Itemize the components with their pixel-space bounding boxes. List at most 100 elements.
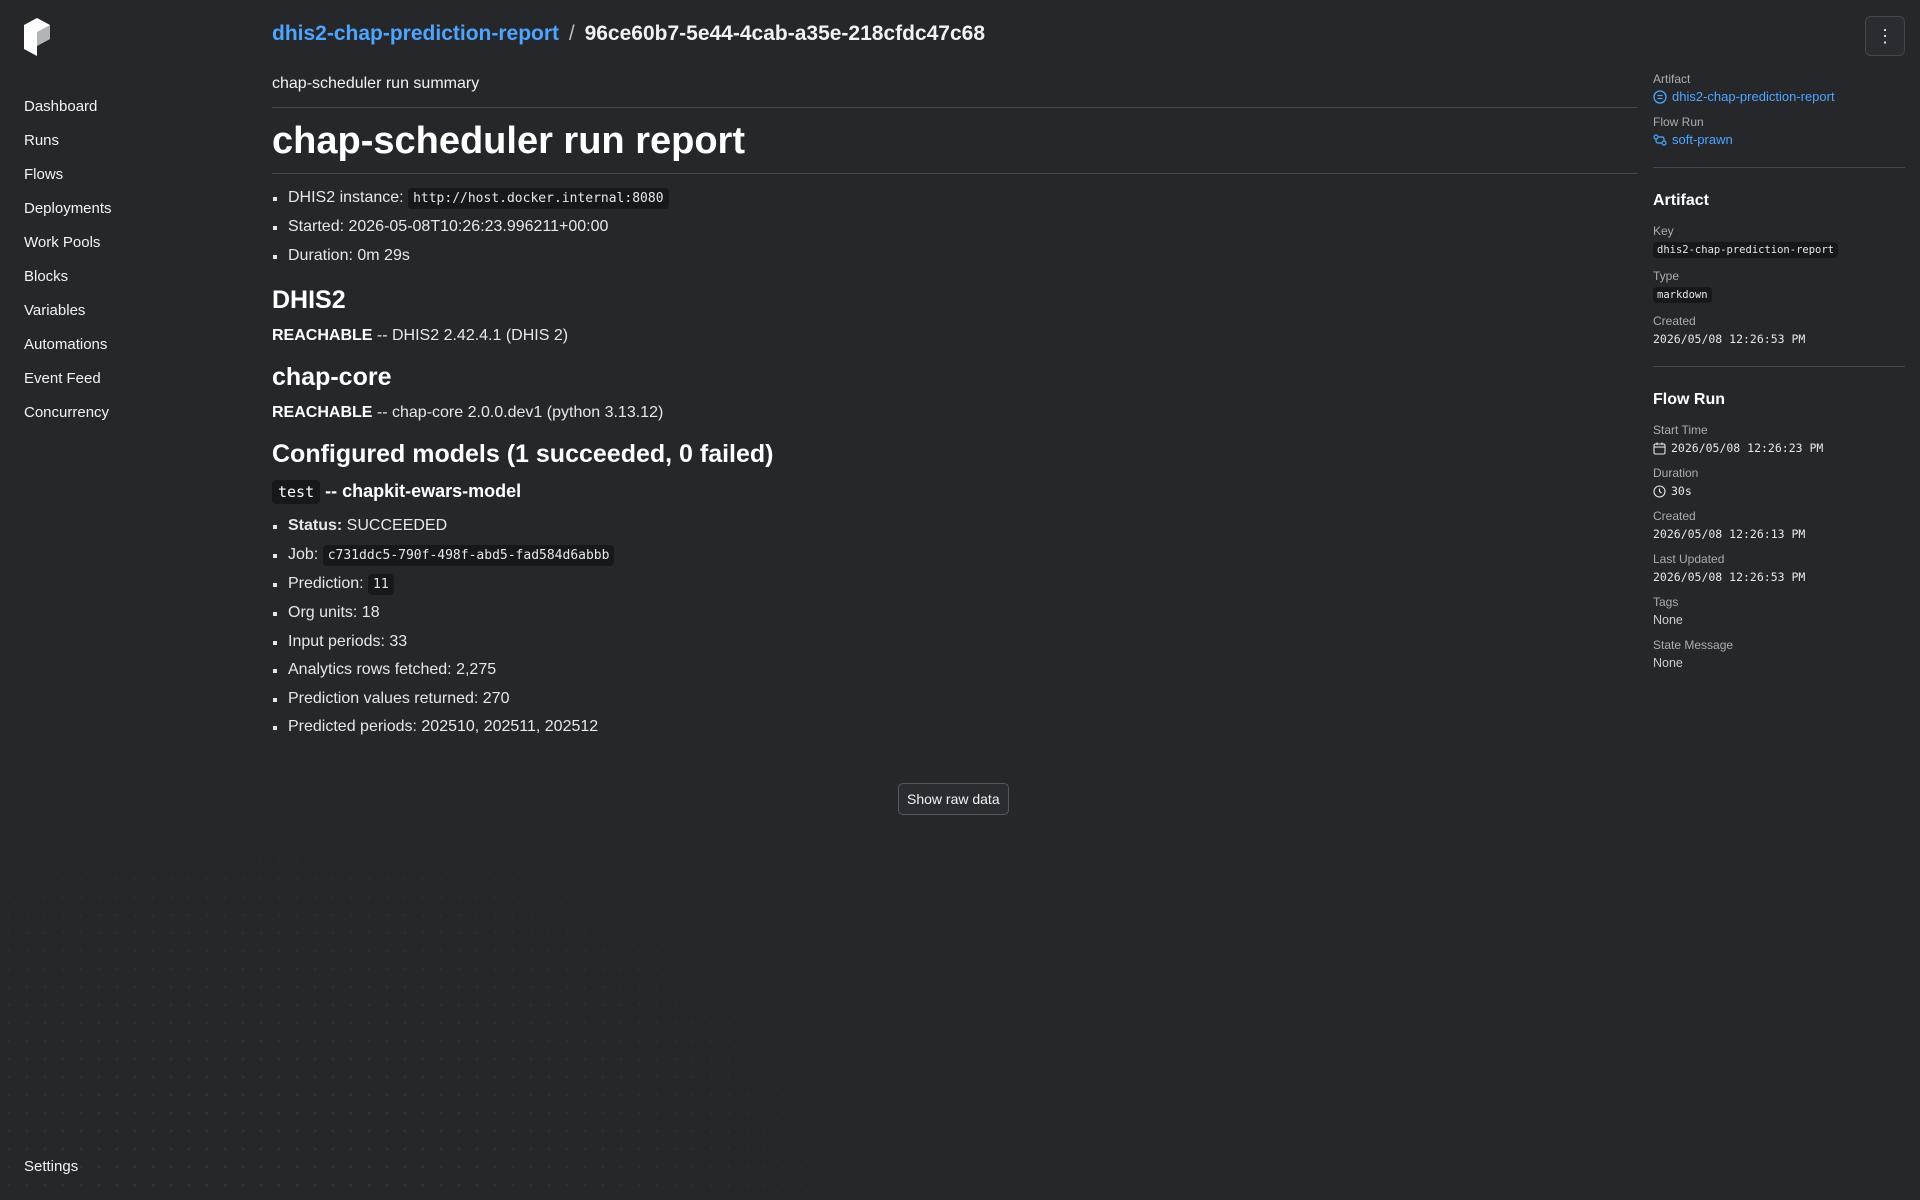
chap-core-heading: chap-core [272,363,392,392]
breadcrumb-separator: / [568,22,575,45]
divider [1653,167,1905,168]
run-started: Started: 2026-05-08T10:26:23.996211+00:0… [272,213,1638,241]
breadcrumb-artifact-id: 96ce60b7-5e44-4cab-a35e-218cfdc47c68 [584,22,986,45]
sidebar-item-flows[interactable]: Flows [24,158,112,192]
dhis2-instance-url: http://host.docker.internal:8080 [408,188,669,209]
model-prediction-values: Prediction values returned: 270 [272,685,1638,713]
model-input-periods: Input periods: 33 [272,628,1638,656]
sidebar: Dashboard Runs Flows Deployments Work Po… [0,0,250,1200]
configured-models-heading: Configured models (1 succeeded, 0 failed… [272,440,774,469]
model-job: Job: c731ddc5-790f-498f-abd5-fad584d6abb… [272,541,1638,570]
model-code: test [272,480,321,505]
model-job-id: c731ddc5-790f-498f-abd5-fad584d6abbb [322,544,615,566]
state-message-value: None [1653,656,1683,670]
artifact-key-field: Key dhis2-chap-prediction-report [1653,224,1905,258]
sidebar-item-dashboard[interactable]: Dashboard [24,90,112,124]
start-time-field: Start Time 2026/05/08 12:26:23 PM [1653,423,1905,455]
flow-run-link-text: soft-prawn [1672,132,1733,147]
flow-run-icon [1653,133,1667,146]
sidebar-item-work-pools[interactable]: Work Pools [24,226,112,260]
model-name: -- chapkit-ewars-model [320,481,522,502]
flow-run-link-label: Flow Run [1653,115,1704,129]
model-details-list: Status: SUCCEEDED Job: c731ddc5-790f-498… [272,512,1638,741]
sidebar-item-variables[interactable]: Variables [24,294,112,328]
start-time-label: Start Time [1653,423,1708,437]
chap-core-status-detail: -- chap-core 2.0.0.dev1 (python 3.13.12) [372,404,664,422]
model-analytics-rows: Analytics rows fetched: 2,275 [272,656,1638,684]
state-message-label: State Message [1653,638,1734,652]
artifact-created-label: Created [1653,314,1696,328]
start-time-value: 2026/05/08 12:26:23 PM [1671,441,1824,455]
flow-run-created-label: Created [1653,509,1696,523]
dhis2-status-word: REACHABLE [272,327,373,345]
dhis2-instance-label: DHIS2 instance: [288,189,404,206]
flow-run-created-field: Created 2026/05/08 12:26:13 PM [1653,509,1905,541]
sidebar-nav: Dashboard Runs Flows Deployments Work Po… [24,90,112,430]
model-prediction: Prediction: 11 [272,570,1638,599]
model-prediction-label: Prediction: [288,575,364,593]
artifact-created-field: Created 2026/05/08 12:26:53 PM [1653,314,1905,346]
more-menu-button[interactable]: ⋮ [1865,16,1905,56]
dhis2-status: REACHABLE -- DHIS2 2.42.4.1 (DHIS 2) [272,325,1638,347]
model-status-label: Status: [288,517,343,535]
artifact-link[interactable]: dhis2-chap-prediction-report [1653,89,1905,104]
last-updated-field: Last Updated 2026/05/08 12:26:53 PM [1653,552,1905,584]
prefect-logo-icon[interactable] [24,18,50,56]
artifact-link-label: Artifact [1653,72,1691,86]
duration-label: Duration [1653,466,1699,480]
artifact-link-field: Artifact dhis2-chap-prediction-report [1653,72,1905,104]
flow-run-link-field: Flow Run soft-prawn [1653,115,1905,147]
model-org-units: Org units: 18 [272,599,1638,627]
model-predicted-periods: Predicted periods: 202510, 202511, 20251… [272,713,1638,741]
tags-value: None [1653,613,1683,627]
model-job-label: Job: [288,545,319,563]
kebab-menu-icon: ⋮ [1876,26,1894,46]
duration-field: Duration 30s [1653,466,1905,498]
run-duration: Duration: 0m 29s [272,242,1638,270]
last-updated-value: 2026/05/08 12:26:53 PM [1653,570,1806,584]
tags-field: Tags None [1653,595,1905,627]
model-status: Status: SUCCEEDED [272,512,1638,540]
sidebar-item-event-feed[interactable]: Event Feed [24,362,112,396]
artifact-link-text: dhis2-chap-prediction-report [1672,89,1835,104]
artifact-type-field: Type markdown [1653,269,1905,303]
breadcrumb: dhis2-chap-prediction-report / 96ce60b7-… [272,22,985,46]
chap-core-status: REACHABLE -- chap-core 2.0.0.dev1 (pytho… [272,402,1638,424]
report-title: chap-scheduler run report [272,108,1638,174]
artifact-key-value: dhis2-chap-prediction-report [1653,242,1839,258]
model-status-value: SUCCEEDED [342,517,448,535]
sidebar-item-automations[interactable]: Automations [24,328,112,362]
divider [1653,366,1905,367]
artifact-type-value: markdown [1653,287,1712,303]
flow-run-section-heading: Flow Run [1653,391,1725,408]
artifact-icon [1653,89,1667,104]
artifact-created-value: 2026/05/08 12:26:53 PM [1653,332,1806,346]
flow-run-created-value: 2026/05/08 12:26:13 PM [1653,527,1806,541]
artifact-section-heading: Artifact [1653,192,1710,209]
calendar-icon [1653,442,1666,455]
duration-value: 30s [1671,484,1692,498]
model-heading: test -- chapkit-ewars-model [272,480,1638,505]
artifact-key-label: Key [1653,224,1674,238]
dhis2-status-detail: -- DHIS2 2.42.4.1 (DHIS 2) [372,327,569,345]
flow-run-link[interactable]: soft-prawn [1653,132,1905,147]
sidebar-item-runs[interactable]: Runs [24,124,112,158]
report-content: chap-scheduler run summary chap-schedule… [272,72,1638,741]
tags-label: Tags [1653,595,1679,609]
list-item: DHIS2 instance: http://host.docker.inter… [272,184,1638,213]
model-prediction-id: 11 [368,574,394,596]
breadcrumb-artifact-link[interactable]: dhis2-chap-prediction-report [272,22,559,45]
run-meta-list: DHIS2 instance: http://host.docker.inter… [272,184,1638,270]
clock-icon [1653,484,1666,498]
state-message-field: State Message None [1653,638,1905,670]
sidebar-item-deployments[interactable]: Deployments [24,192,112,226]
last-updated-label: Last Updated [1653,552,1725,566]
sidebar-item-blocks[interactable]: Blocks [24,260,112,294]
dhis2-heading: DHIS2 [272,286,346,315]
sidebar-item-settings[interactable]: Settings [24,1158,78,1175]
artifact-type-label: Type [1653,269,1680,283]
report-summary-title: chap-scheduler run summary [272,72,1638,108]
show-raw-data-button[interactable]: Show raw data [898,783,1009,815]
sidebar-item-concurrency[interactable]: Concurrency [24,396,112,430]
details-panel: Artifact dhis2-chap-prediction-report Fl… [1653,72,1905,681]
